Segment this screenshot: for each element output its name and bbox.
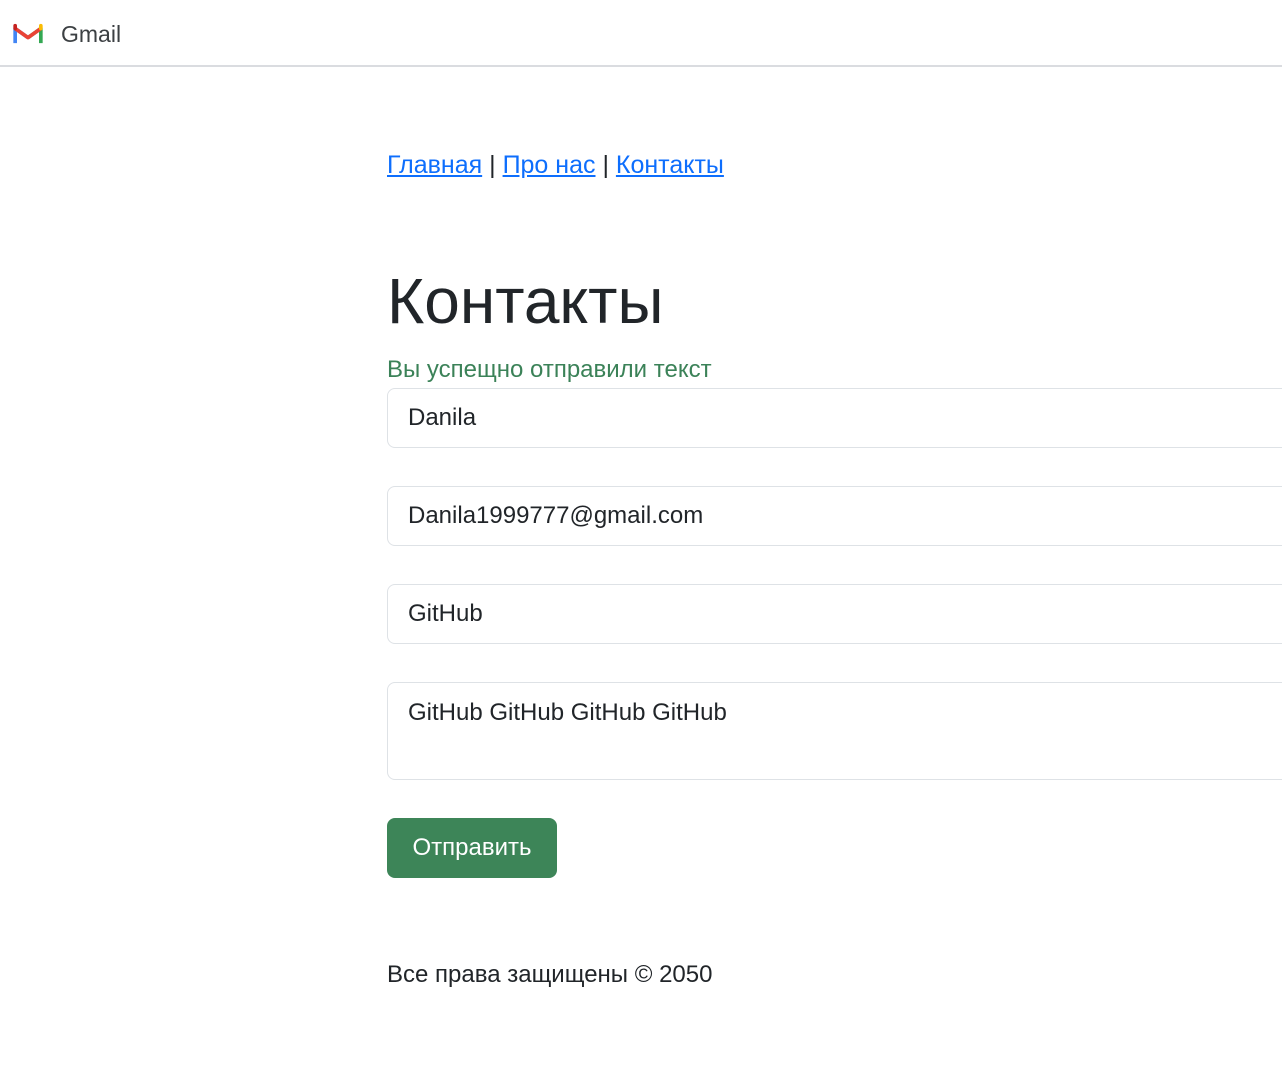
nav-separator: | xyxy=(489,151,496,179)
page-title: Контакты xyxy=(387,265,664,337)
success-message: Вы успещно отправили текст xyxy=(387,356,712,383)
subject-field[interactable] xyxy=(387,584,1282,644)
footer-copyright: Все права защищены © 2050 xyxy=(387,961,713,988)
message-textarea[interactable]: GitHub GitHub GitHub GitHub xyxy=(387,682,1282,780)
nav-link-about[interactable]: Про нас xyxy=(503,151,596,179)
nav-link-contacts[interactable]: Контакты xyxy=(616,151,724,179)
nav-link-home[interactable]: Главная xyxy=(387,151,482,179)
gmail-logo-icon[interactable] xyxy=(12,23,44,45)
email-field[interactable] xyxy=(387,486,1282,546)
nav-separator: | xyxy=(602,151,609,179)
submit-button[interactable]: Отправить xyxy=(387,818,557,878)
browser-top-bar: Gmail xyxy=(0,0,1282,67)
name-field[interactable] xyxy=(387,388,1282,448)
top-navigation: Главная | Про нас | Контакты xyxy=(387,149,724,181)
app-title: Gmail xyxy=(61,21,122,47)
